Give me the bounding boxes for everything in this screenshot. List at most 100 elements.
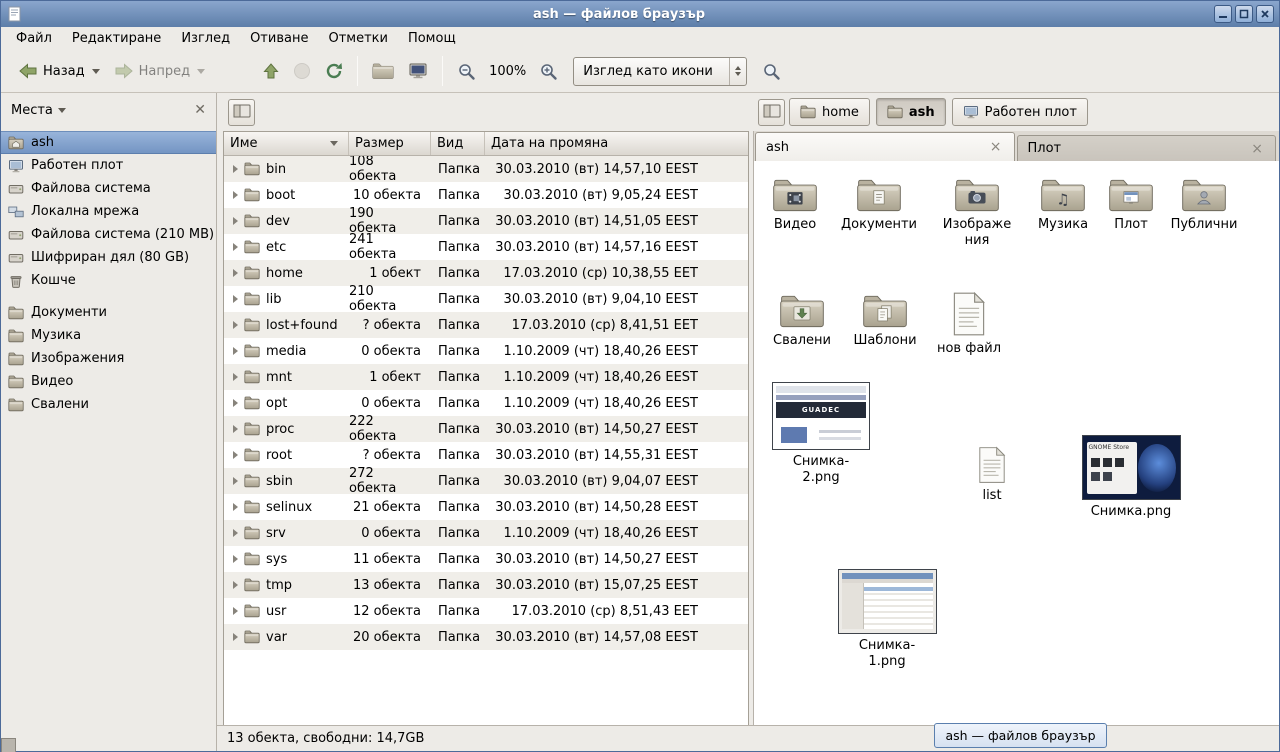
icon-item-list[interactable]: list: [950, 446, 1034, 504]
expander-icon[interactable]: [233, 269, 238, 277]
file-row[interactable]: home1 обектПапка17.03.2010 (ср) 10,38,55…: [224, 260, 748, 286]
sidebar-item-filesystem[interactable]: Файлова система: [1, 177, 216, 200]
file-row[interactable]: var20 обектаПапка30.03.2010 (вт) 14,57,0…: [224, 624, 748, 650]
column-header-size[interactable]: Размер: [349, 132, 431, 155]
file-row[interactable]: lib210 обектаПапка30.03.2010 (вт) 9,04,1…: [224, 286, 748, 312]
expander-icon[interactable]: [233, 425, 238, 433]
menu-item-go[interactable]: Отиване: [240, 29, 318, 49]
column-header-modified[interactable]: Дата на промяна: [485, 132, 748, 155]
file-row[interactable]: mnt1 обектПапка1.10.2009 (чт) 18,40,26 E…: [224, 364, 748, 390]
icon-item-snimka-png[interactable]: GNOME StoreСнимка.png: [1089, 435, 1173, 520]
file-row[interactable]: bin108 обектаПапка30.03.2010 (вт) 14,57,…: [224, 156, 748, 182]
panel-corner-icon[interactable]: [1, 738, 16, 752]
expander-icon[interactable]: [233, 633, 238, 641]
stop-button[interactable]: [286, 57, 318, 85]
column-header-name[interactable]: Име: [224, 132, 349, 155]
file-row[interactable]: usr12 обектаПапка17.03.2010 (ср) 8,51,43…: [224, 598, 748, 624]
expander-icon[interactable]: [233, 581, 238, 589]
titlebar[interactable]: ash — файлов браузър: [1, 1, 1279, 27]
file-row[interactable]: opt0 обектаПапка1.10.2009 (чт) 18,40,26 …: [224, 390, 748, 416]
column-header-type[interactable]: Вид: [431, 132, 485, 155]
reload-button[interactable]: [318, 57, 350, 85]
menu-item-edit[interactable]: Редактиране: [62, 29, 171, 49]
zoom-in-button[interactable]: [532, 57, 565, 86]
file-row[interactable]: lost+found? обектаПапка17.03.2010 (ср) 8…: [224, 312, 748, 338]
pathbar-button-ash[interactable]: ash: [876, 98, 946, 126]
sidebar-item-trash[interactable]: Кошче: [1, 269, 216, 292]
expander-icon[interactable]: [233, 191, 238, 199]
sidebar-item-downloads[interactable]: Свалени: [1, 393, 216, 416]
back-dropdown-icon[interactable]: [92, 69, 100, 74]
up-button[interactable]: [256, 57, 286, 85]
file-row[interactable]: selinux21 обектаПапка30.03.2010 (вт) 14,…: [224, 494, 748, 520]
icon-view[interactable]: ВидеоДокументиИзображения♫МузикаПлотПубл…: [753, 161, 1279, 725]
expander-icon[interactable]: [233, 451, 238, 459]
icon-item-snimka-2-png[interactable]: GUADECСнимка-2.png: [779, 382, 863, 485]
file-row[interactable]: tmp13 обектаПапка30.03.2010 (вт) 15,07,2…: [224, 572, 748, 598]
file-row[interactable]: proc222 обектаПапка30.03.2010 (вт) 14,50…: [224, 416, 748, 442]
tab-close-icon[interactable]: ×: [1249, 142, 1265, 156]
file-row[interactable]: media0 обектаПапка1.10.2009 (чт) 18,40,2…: [224, 338, 748, 364]
home-button[interactable]: [365, 57, 401, 85]
pathbar-button-home[interactable]: home: [789, 98, 870, 126]
sidebar-item-videos[interactable]: Видео: [1, 370, 216, 393]
icon-item-templates[interactable]: Шаблони: [843, 293, 927, 349]
expander-icon[interactable]: [233, 295, 238, 303]
icon-item-downloads[interactable]: Свалени: [760, 293, 844, 349]
forward-button[interactable]: Напред: [107, 58, 212, 84]
sidebar-item-documents[interactable]: Документи: [1, 301, 216, 324]
sidebar-close-icon[interactable]: ✕: [194, 103, 206, 117]
menu-item-bookmarks[interactable]: Отметки: [318, 29, 397, 49]
expander-icon[interactable]: [233, 217, 238, 225]
menu-item-file[interactable]: Файл: [6, 29, 62, 49]
sidebar-item-encrypted-80gb[interactable]: Шифриран дял (80 GB): [1, 246, 216, 269]
minimize-button[interactable]: [1214, 5, 1232, 23]
expander-icon[interactable]: [233, 607, 238, 615]
menu-item-view[interactable]: Изглед: [171, 29, 240, 49]
expander-icon[interactable]: [233, 503, 238, 511]
pathbar-button-desktop[interactable]: Работен плот: [952, 98, 1088, 126]
icon-item-new-file[interactable]: нов файл: [927, 291, 1011, 357]
icon-item-pictures[interactable]: Изображения: [935, 177, 1019, 248]
search-button[interactable]: [757, 57, 786, 86]
sidebar-item-network[interactable]: Локална мрежа: [1, 200, 216, 223]
sidebar-item-desktop[interactable]: Работен плот: [1, 154, 216, 177]
sidebar-item-pictures[interactable]: Изображения: [1, 347, 216, 370]
tab-close-icon[interactable]: ×: [988, 140, 1004, 154]
sidebar-item-music[interactable]: Музика: [1, 324, 216, 347]
right-pane-location-button[interactable]: [758, 99, 785, 126]
icon-item-documents[interactable]: Документи: [837, 177, 921, 233]
expander-icon[interactable]: [233, 347, 238, 355]
view-mode-combo[interactable]: Изглед като икони: [573, 57, 747, 86]
file-row[interactable]: root? обектаПапка30.03.2010 (вт) 14,55,3…: [224, 442, 748, 468]
expander-icon[interactable]: [233, 477, 238, 485]
icon-item-snimka-1-png[interactable]: Снимка-1.png: [845, 569, 929, 669]
sidebar-header[interactable]: Места ✕: [1, 93, 216, 127]
file-row[interactable]: srv0 обектаПапка1.10.2009 (чт) 18,40,26 …: [224, 520, 748, 546]
sidebar-item-home[interactable]: ash: [1, 131, 216, 154]
close-button[interactable]: [1256, 5, 1274, 23]
expander-icon[interactable]: [233, 165, 238, 173]
middle-pane-location-button[interactable]: [228, 99, 255, 126]
expander-icon[interactable]: [233, 321, 238, 329]
file-row[interactable]: boot10 обектаПапка30.03.2010 (вт) 9,05,2…: [224, 182, 748, 208]
expander-icon[interactable]: [233, 529, 238, 537]
tab-desktop[interactable]: Плот×: [1017, 135, 1277, 161]
expander-icon[interactable]: [233, 399, 238, 407]
menu-item-help[interactable]: Помощ: [398, 29, 466, 49]
forward-dropdown-icon[interactable]: [197, 69, 205, 74]
file-row[interactable]: sys11 обектаПапка30.03.2010 (вт) 14,50,2…: [224, 546, 748, 572]
expander-icon[interactable]: [233, 373, 238, 381]
taskbar-window-button[interactable]: ash — файлов браузър: [934, 723, 1107, 748]
sidebar-item-volume-210mb[interactable]: Файлова система (210 MB): [1, 223, 216, 246]
computer-button[interactable]: [401, 57, 435, 85]
icon-item-videos[interactable]: Видео: [753, 177, 837, 233]
file-row[interactable]: etc241 обектаПапка30.03.2010 (вт) 14,57,…: [224, 234, 748, 260]
file-row[interactable]: sbin272 обектаПапка30.03.2010 (вт) 9,04,…: [224, 468, 748, 494]
expander-icon[interactable]: [233, 243, 238, 251]
expander-icon[interactable]: [233, 555, 238, 563]
icon-item-public[interactable]: Публични: [1162, 177, 1246, 233]
zoom-out-button[interactable]: [450, 57, 483, 86]
icon-item-desktop[interactable]: Плот: [1089, 177, 1173, 233]
file-row[interactable]: dev190 обектаПапка30.03.2010 (вт) 14,51,…: [224, 208, 748, 234]
